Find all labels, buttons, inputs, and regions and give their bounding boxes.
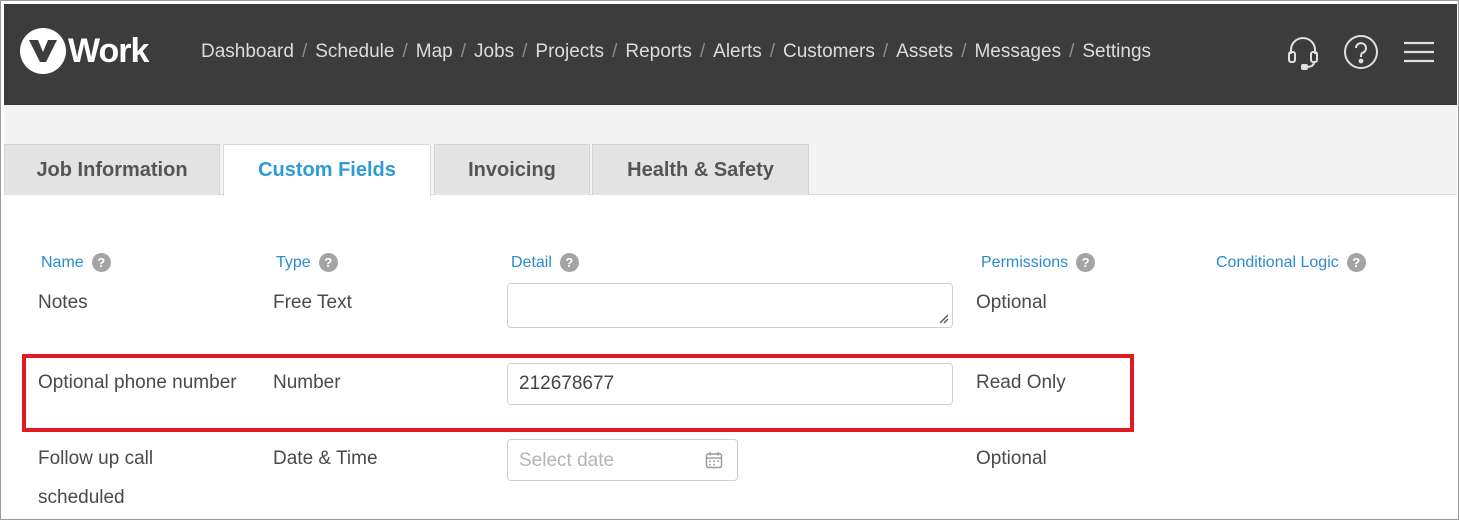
tab-invoicing[interactable]: Invoicing [434,144,590,195]
top-right-icons [1263,34,1437,70]
column-header-type-label: Type [276,253,311,271]
nav-item-dashboard[interactable]: Dashboard [201,41,294,63]
row-followup-permissions: Optional [976,448,1047,469]
row-followup-name-line2: scheduled [38,487,125,508]
help-circle-icon[interactable]: ? [91,253,111,272]
nav-item-schedule[interactable]: Schedule [315,41,394,63]
help-circle-icon[interactable]: ? [318,253,338,272]
column-header-detail-label: Detail [511,253,552,271]
help-icon[interactable] [1343,34,1379,70]
column-header-conditional-logic-label: Conditional Logic [1216,253,1339,271]
top-navigation-bar: Work Dashboard / Schedule / Map / Jobs /… [4,4,1457,105]
row-followup-name-line1: Follow up call [38,448,154,469]
menu-icon[interactable] [1401,34,1437,70]
tab-strip: Job Information Custom Fields Invoicing … [4,105,1457,196]
tab-health-safety[interactable]: Health & Safety [592,144,809,195]
nav-item-assets[interactable]: Assets [896,41,953,63]
row-followup-type: Date & Time [273,448,378,469]
nav-item-settings[interactable]: Settings [1082,41,1151,63]
nav-separator: / [522,41,528,62]
logo-text: Work [68,31,149,70]
help-circle-icon[interactable]: ? [1076,253,1096,272]
nav-item-messages[interactable]: Messages [974,41,1061,63]
nav-separator: / [301,41,308,62]
column-header-conditional-logic: Conditional Logic ? [1216,253,1366,272]
nav-item-jobs[interactable]: Jobs [474,41,514,63]
row-notes-permissions: Optional [976,292,1047,313]
nav-item-projects[interactable]: Projects [535,41,604,63]
logo-v-mark [20,28,66,74]
tab-custom-fields[interactable]: Custom Fields [223,144,431,196]
column-header-detail: Detail ? [511,253,579,272]
help-circle-icon[interactable]: ? [559,253,579,272]
app-window: Work Dashboard / Schedule / Map / Jobs /… [0,0,1459,520]
notes-detail-textarea[interactable] [507,283,953,328]
followup-date-input[interactable]: Select date [507,439,738,481]
nav-item-map[interactable]: Map [416,41,453,63]
nav-item-reports[interactable]: Reports [625,41,692,63]
column-header-type: Type ? [276,253,338,272]
column-header-name-label: Name [41,253,84,271]
date-placeholder: Select date [519,450,615,471]
nav-separator: / [612,41,618,62]
column-header-permissions-label: Permissions [981,253,1069,271]
calendar-icon[interactable] [705,451,723,469]
vwork-logo[interactable]: Work [20,28,149,74]
help-circle-icon[interactable]: ? [1346,253,1366,272]
nav-separator: / [769,41,776,62]
resize-grip-icon[interactable] [938,313,949,324]
row-notes-name: Notes [38,292,88,313]
tab-job-information[interactable]: Job Information [4,144,220,195]
nav-separator: / [402,41,408,62]
nav-separator: / [961,41,967,62]
headset-icon[interactable] [1285,34,1321,70]
main-nav: Dashboard / Schedule / Map / Jobs / Proj… [201,41,1151,63]
column-header-permissions: Permissions ? [981,253,1096,272]
nav-item-alerts[interactable]: Alerts [713,41,762,63]
nav-separator: / [1069,41,1075,62]
row-notes-type: Free Text [273,292,352,313]
nav-separator: / [460,41,466,62]
nav-item-customers[interactable]: Customers [783,41,875,63]
nav-separator: / [699,41,706,62]
column-header-name: Name ? [41,253,111,272]
highlight-box [22,354,1134,432]
nav-separator: / [882,41,889,62]
